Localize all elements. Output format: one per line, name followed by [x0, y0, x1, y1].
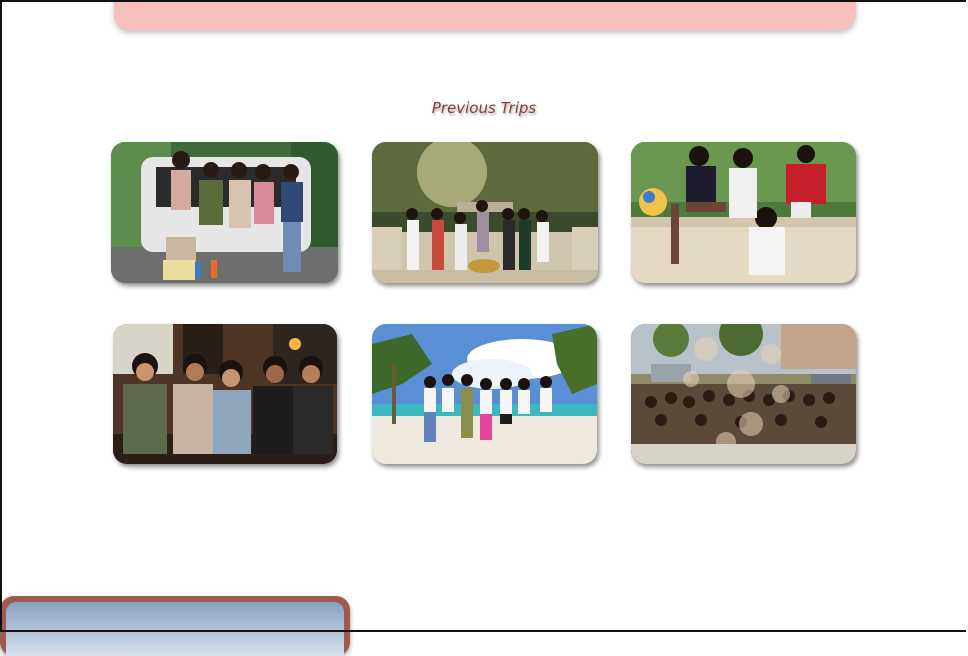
group-photo-car-trunk-icon: [111, 142, 338, 283]
group-photo-beach-icon: [372, 324, 597, 464]
group-photo-fountain-icon: [372, 142, 598, 283]
trip-photo-beach[interactable]: [372, 324, 597, 464]
trip-photo-fountain[interactable]: [372, 142, 598, 283]
group-photo-stone-wall-icon: [631, 142, 856, 283]
group-photo-street-bokeh-icon: [631, 324, 856, 464]
bottom-feature-card: [0, 596, 350, 656]
group-photo-restaurant-bench-icon: [113, 324, 337, 464]
trip-photo-car-trunk[interactable]: [111, 142, 338, 283]
trip-photo-stone-wall[interactable]: [631, 142, 856, 283]
trip-gallery: [0, 0, 968, 634]
sky-photo: [6, 602, 344, 656]
trip-photo-street-bokeh[interactable]: [631, 324, 856, 464]
trip-photo-restaurant-bench[interactable]: [113, 324, 337, 464]
